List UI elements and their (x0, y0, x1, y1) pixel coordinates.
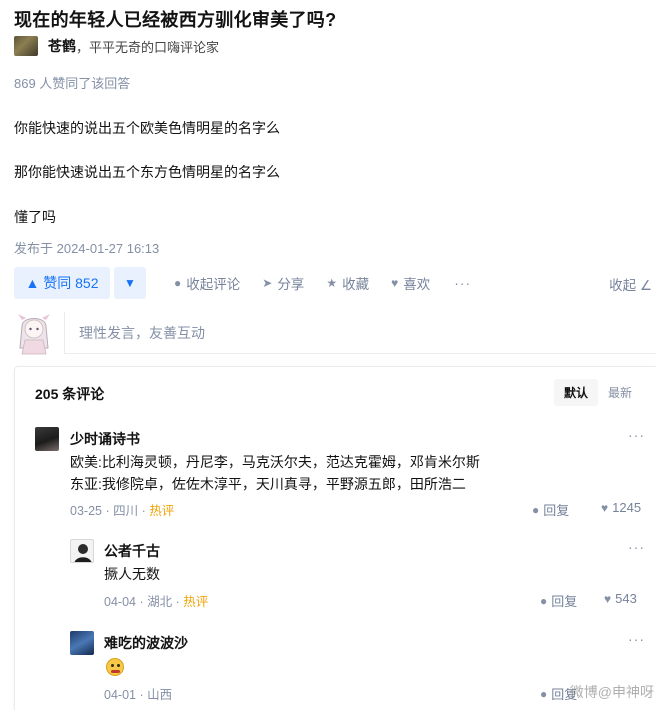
author-name[interactable]: 苍鹤 (48, 36, 76, 56)
comment-location: 山西 (147, 688, 173, 702)
comment-date: 04-04 (104, 595, 136, 609)
heart-icon: ♥ (604, 591, 612, 606)
answer-action-bar: ▲ 赞同 852 ▼ ● 收起评论 ➤ 分享 ★ 收藏 ♥ 喜欢 ··· 收起 … (14, 266, 656, 300)
commenter-name[interactable]: 公者千古 (104, 541, 160, 561)
comment-meta: 04-04 · 湖北 · 热评 (104, 595, 209, 609)
like-label: 喜欢 (403, 277, 431, 292)
comment-location: 四川 (113, 504, 139, 518)
commenter-avatar[interactable] (70, 539, 94, 563)
commenter-avatar[interactable] (35, 427, 59, 451)
reply-button[interactable]: ● 回复 (532, 500, 569, 519)
sort-default-tab[interactable]: 默认 (553, 379, 598, 406)
comment-like-button[interactable]: ♥ 543 (604, 591, 637, 606)
favorite-label: 收藏 (342, 277, 370, 292)
reply-label: 回复 (543, 503, 570, 518)
reply-icon: ● (532, 502, 540, 517)
comment-date: 04-01 (104, 688, 136, 702)
star-icon: ★ (326, 276, 338, 290)
comments-panel: 205 条评论 默认 最新 少时诵诗书 欧美:比利海灵顿，丹尼李，马克沃尔夫，范… (14, 366, 656, 710)
vote-up-button[interactable]: ▲ 赞同 852 (14, 267, 110, 299)
comment-like-count: 1245 (612, 500, 642, 515)
comment-item: 难吃的波波沙 04-01 · 山西 ··· ● 回复 (70, 631, 656, 703)
reply-icon: ● (540, 593, 548, 608)
toggle-comments-button[interactable]: ● 收起评论 (174, 273, 240, 293)
more-actions-button[interactable]: ··· (454, 275, 471, 291)
share-button[interactable]: ➤ 分享 (262, 273, 304, 293)
toggle-comments-label: 收起评论 (186, 277, 241, 292)
like-button[interactable]: ♥ 喜欢 (391, 273, 430, 293)
hot-comment-badge: 热评 (183, 595, 209, 609)
question-title[interactable]: 现在的年轻人已经被西方驯化审美了吗? (14, 6, 336, 32)
votes-note: 869 人赞同了该回答 (14, 76, 131, 91)
commenter-name[interactable]: 少时诵诗书 (70, 429, 140, 449)
comment-text: 东亚:我修院卓，佐佐木淳平，天川真寻，平野源五郎，田所浩二 (70, 476, 466, 492)
vote-down-button[interactable]: ▼ (114, 267, 146, 299)
comment-icon: ● (174, 276, 182, 290)
reply-icon: ● (540, 686, 548, 701)
sort-latest-tab[interactable]: 最新 (598, 379, 642, 406)
comment-date: 03-25 (70, 504, 102, 518)
comment-more-button[interactable]: ··· (628, 539, 645, 555)
comment-item: 公者千古 撅人无数 04-04 · 湖北 · 热评 ··· ● 回复 ♥ 543 (70, 539, 656, 611)
comment-input-row: 理性发言，友善互动 (14, 308, 656, 358)
answer-paragraph: 你能快速的说出五个欧美色情明星的名字么 (14, 120, 280, 136)
collapse-answer-button[interactable]: 收起 ∠ (609, 274, 652, 294)
heart-icon: ♥ (601, 500, 609, 515)
comment-more-button[interactable]: ··· (628, 631, 645, 647)
comment-like-count: 543 (615, 591, 637, 606)
answer-paragraph: 那你能快速说出五个东方色情明星的名字么 (14, 164, 280, 180)
commenter-avatar[interactable] (70, 631, 94, 655)
author-bio: ，平平无奇的口嗨评论家 (76, 39, 220, 55)
comment-meta: 03-25 · 四川 · 热评 (70, 504, 175, 518)
share-label: 分享 (277, 277, 305, 292)
share-icon: ➤ (262, 276, 273, 290)
comment-input[interactable]: 理性发言，友善互动 (64, 312, 656, 354)
comment-item: 少时诵诗书 欧美:比利海灵顿，丹尼李，马克沃尔夫，范达克霍姆，邓肯米尔斯 东亚:… (35, 427, 656, 523)
comment-like-button[interactable]: ♥ 1245 (601, 500, 641, 515)
comment-location: 湖北 (147, 595, 173, 609)
reply-button[interactable]: ● 回复 (540, 591, 577, 610)
answer-paragraph: 懂了吗 (14, 209, 56, 225)
favorite-button[interactable]: ★ 收藏 (326, 273, 369, 293)
comment-more-button[interactable]: ··· (628, 427, 645, 443)
angry-face-emoji (106, 658, 124, 676)
author-avatar[interactable] (14, 36, 38, 56)
comment-sort-tabs: 默认 最新 (553, 379, 642, 406)
comment-meta: 04-01 · 山西 (104, 688, 173, 702)
comments-count: 205 条评论 (35, 386, 105, 402)
commenter-name[interactable]: 难吃的波波沙 (104, 633, 188, 653)
comment-text: 欧美:比利海灵顿，丹尼李，马克沃尔夫，范达克霍姆，邓肯米尔斯 (70, 454, 480, 470)
publish-time[interactable]: 发布于 2024-01-27 16:13 (14, 238, 159, 257)
hot-comment-badge: 热评 (149, 504, 175, 518)
reply-label: 回复 (551, 594, 578, 609)
author-info: 苍鹤 ，平平无奇的口嗨评论家 (14, 36, 219, 56)
watermark: 微博@申神呀 (569, 684, 654, 700)
comment-text: 撅人无数 (104, 566, 160, 582)
user-avatar (14, 312, 54, 355)
heart-icon: ♥ (391, 276, 399, 290)
